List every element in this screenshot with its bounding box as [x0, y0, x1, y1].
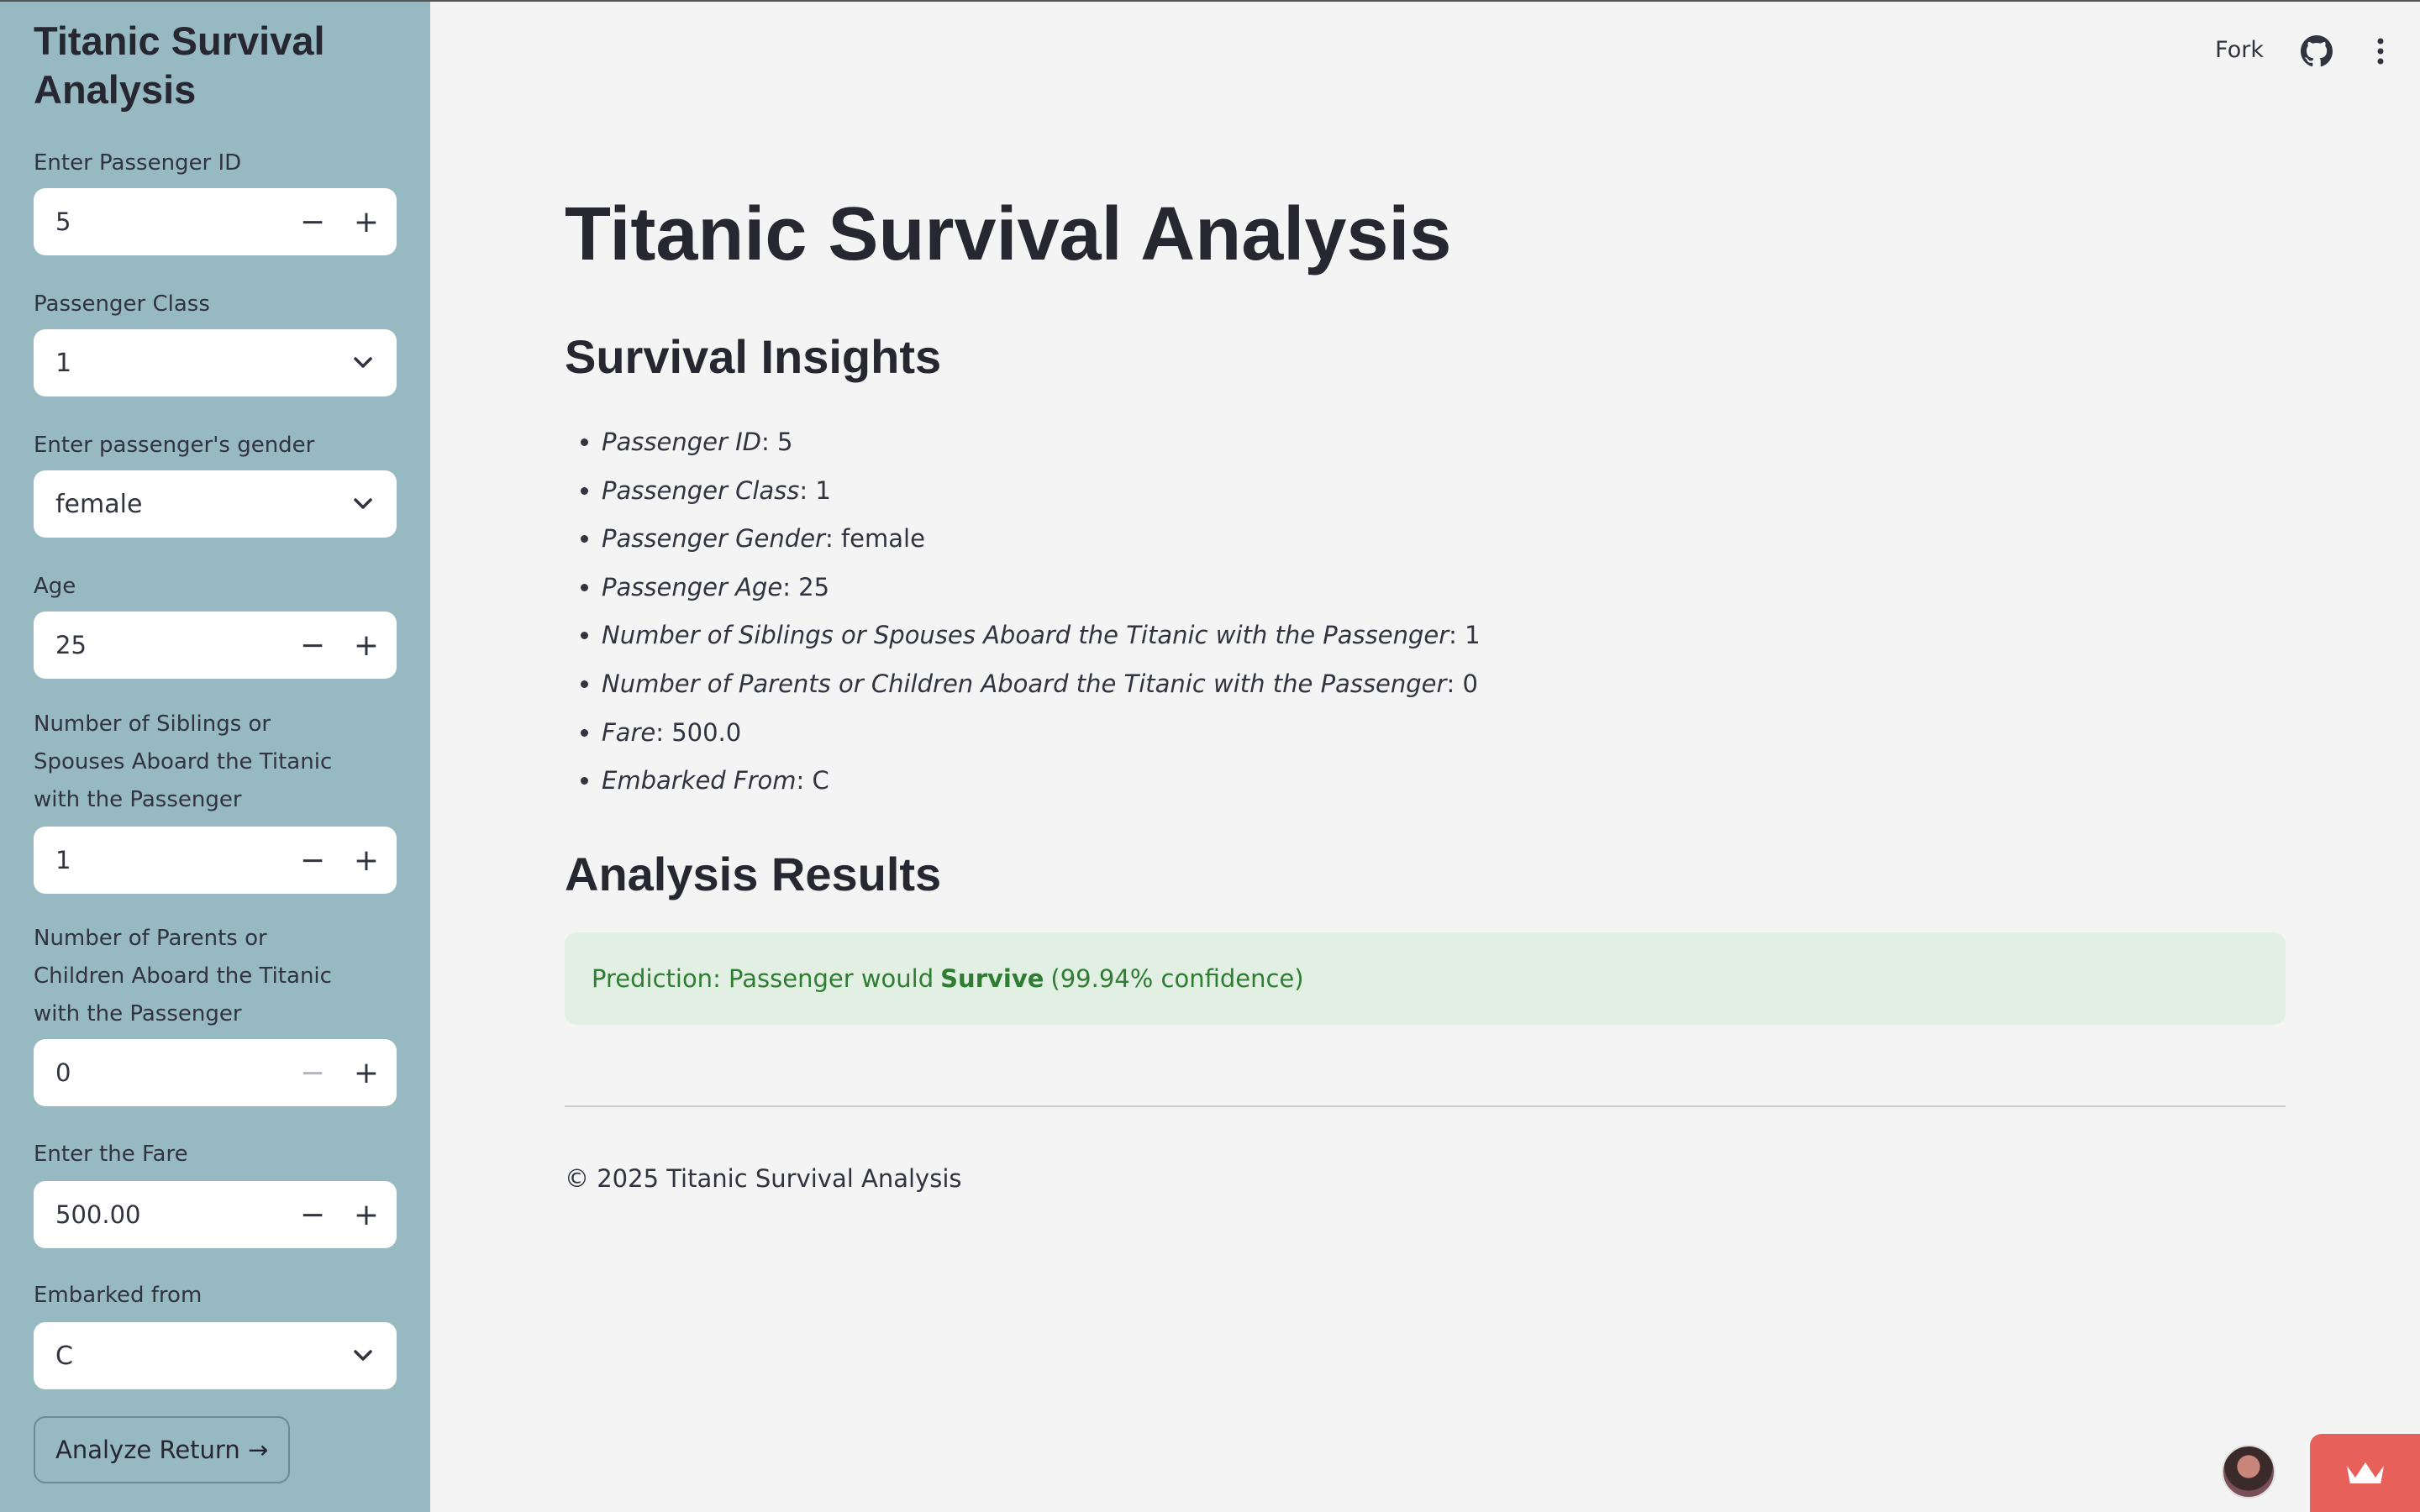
sibsp-increment-button[interactable]: +	[339, 827, 393, 894]
sibsp-input[interactable]: 1 − +	[34, 827, 397, 894]
age-decrement-button[interactable]: −	[286, 612, 339, 679]
gender-field: Enter passenger's gender female	[34, 427, 397, 538]
prediction-outcome: Survive	[940, 964, 1044, 993]
passenger-id-increment-button[interactable]: +	[339, 188, 393, 255]
fare-value[interactable]: 500.00	[34, 1200, 286, 1229]
results-heading: Analysis Results	[565, 848, 942, 900]
gender-value: female	[55, 489, 143, 519]
age-field: Age 25 − +	[34, 568, 397, 679]
insight-value: : 0	[1446, 669, 1478, 698]
insight-key: Passenger Gender	[602, 524, 825, 554]
list-item: Passenger Class: 1	[602, 469, 1481, 517]
gender-select[interactable]: female	[34, 470, 397, 538]
passenger-id-label: Enter Passenger ID	[34, 150, 242, 176]
list-item: Number of Siblings or Spouses Aboard the…	[602, 613, 1481, 662]
sibsp-value[interactable]: 1	[34, 846, 286, 874]
insights-heading: Survival Insights	[565, 330, 942, 383]
list-item: Passenger Gender: female	[602, 517, 1481, 565]
avatar[interactable]	[2222, 1445, 2275, 1499]
passenger-id-input[interactable]: 5 − +	[34, 188, 397, 255]
toolbar: Fork	[430, 0, 2420, 99]
list-item: Number of Parents or Children Aboard the…	[602, 662, 1481, 711]
list-item: Embarked From: C	[602, 759, 1481, 807]
insight-key: Passenger Age	[602, 572, 783, 601]
parch-field: Number of Parents or Children Aboard the…	[34, 920, 397, 1106]
passenger-class-field: Passenger Class 1	[34, 286, 397, 396]
age-label: Age	[34, 574, 76, 599]
page-title: Titanic Survival Analysis	[565, 192, 1452, 276]
passenger-id-value[interactable]: 5	[34, 207, 286, 236]
insight-key: Embarked From	[602, 766, 797, 795]
insight-value: : female	[824, 524, 925, 554]
github-icon[interactable]	[2301, 35, 2333, 71]
age-increment-button[interactable]: +	[339, 612, 393, 679]
embarked-value: C	[55, 1341, 73, 1371]
insight-key: Passenger ID	[602, 428, 761, 456]
prediction-alert: Prediction: Passenger would Survive (99.…	[565, 932, 2286, 1025]
fork-button[interactable]: Fork	[2215, 37, 2264, 63]
streamlit-crown-icon[interactable]	[2310, 1434, 2420, 1512]
prediction-prefix: Prediction: Passenger would	[592, 964, 934, 993]
chevron-down-icon[interactable]	[329, 329, 397, 396]
passenger-class-select[interactable]: 1	[34, 329, 397, 396]
insight-value: : 25	[782, 572, 830, 601]
parch-increment-button[interactable]: +	[339, 1039, 393, 1106]
kebab-menu-icon[interactable]	[2375, 37, 2386, 69]
insight-value: : 5	[760, 428, 793, 456]
passenger-id-decrement-button[interactable]: −	[286, 188, 339, 255]
sibsp-label: Number of Siblings or Spouses Aboard the…	[34, 711, 333, 812]
age-input[interactable]: 25 − +	[34, 612, 397, 679]
sibsp-field: Number of Siblings or Spouses Aboard the…	[34, 706, 397, 894]
sidebar: Titanic Survival Analysis Enter Passenge…	[0, 0, 430, 1512]
fare-field: Enter the Fare 500.00 − +	[34, 1136, 397, 1248]
fare-increment-button[interactable]: +	[339, 1181, 393, 1248]
parch-label: Number of Parents or Children Aboard the…	[34, 926, 332, 1026]
list-item: Passenger Age: 25	[602, 565, 1481, 614]
insight-key: Number of Parents or Children Aboard the…	[602, 669, 1447, 698]
insight-value: : 1	[1449, 621, 1481, 650]
fare-label: Enter the Fare	[34, 1142, 188, 1167]
embarked-label: Embarked from	[34, 1283, 203, 1308]
insights-list: Passenger ID: 5 Passenger Class: 1 Passe…	[602, 420, 1481, 807]
list-item: Passenger ID: 5	[602, 420, 1481, 469]
insight-value: : 1	[799, 475, 831, 505]
chevron-down-icon[interactable]	[329, 1322, 397, 1389]
insight-value: : C	[796, 766, 829, 795]
chevron-down-icon[interactable]	[329, 470, 397, 538]
insight-key: Fare	[602, 717, 656, 747]
parch-value[interactable]: 0	[34, 1058, 286, 1087]
age-value[interactable]: 25	[34, 631, 286, 659]
insight-key: Passenger Class	[602, 475, 800, 505]
embarked-field: Embarked from C	[34, 1277, 397, 1389]
sibsp-decrement-button[interactable]: −	[286, 827, 339, 894]
prediction-confidence: (99.94% confidence)	[1050, 964, 1304, 993]
analyze-button[interactable]: Analyze Return →	[34, 1416, 291, 1483]
insight-key: Number of Siblings or Spouses Aboard the…	[602, 621, 1449, 650]
list-item: Fare: 500.0	[602, 711, 1481, 759]
sidebar-title: Titanic Survival Analysis	[34, 18, 325, 112]
divider	[565, 1105, 2286, 1107]
gender-label: Enter passenger's gender	[34, 433, 315, 458]
parch-decrement-button[interactable]: −	[286, 1039, 339, 1106]
footer-text: © 2025 Titanic Survival Analysis	[565, 1164, 962, 1193]
parch-input[interactable]: 0 − +	[34, 1039, 397, 1106]
embarked-select[interactable]: C	[34, 1322, 397, 1389]
insight-value: : 500.0	[655, 717, 742, 747]
fare-input[interactable]: 500.00 − +	[34, 1181, 397, 1248]
passenger-class-value: 1	[55, 348, 72, 378]
passenger-class-label: Passenger Class	[34, 291, 210, 317]
passenger-id-field: Enter Passenger ID 5 − +	[34, 144, 397, 255]
fare-decrement-button[interactable]: −	[286, 1181, 339, 1248]
